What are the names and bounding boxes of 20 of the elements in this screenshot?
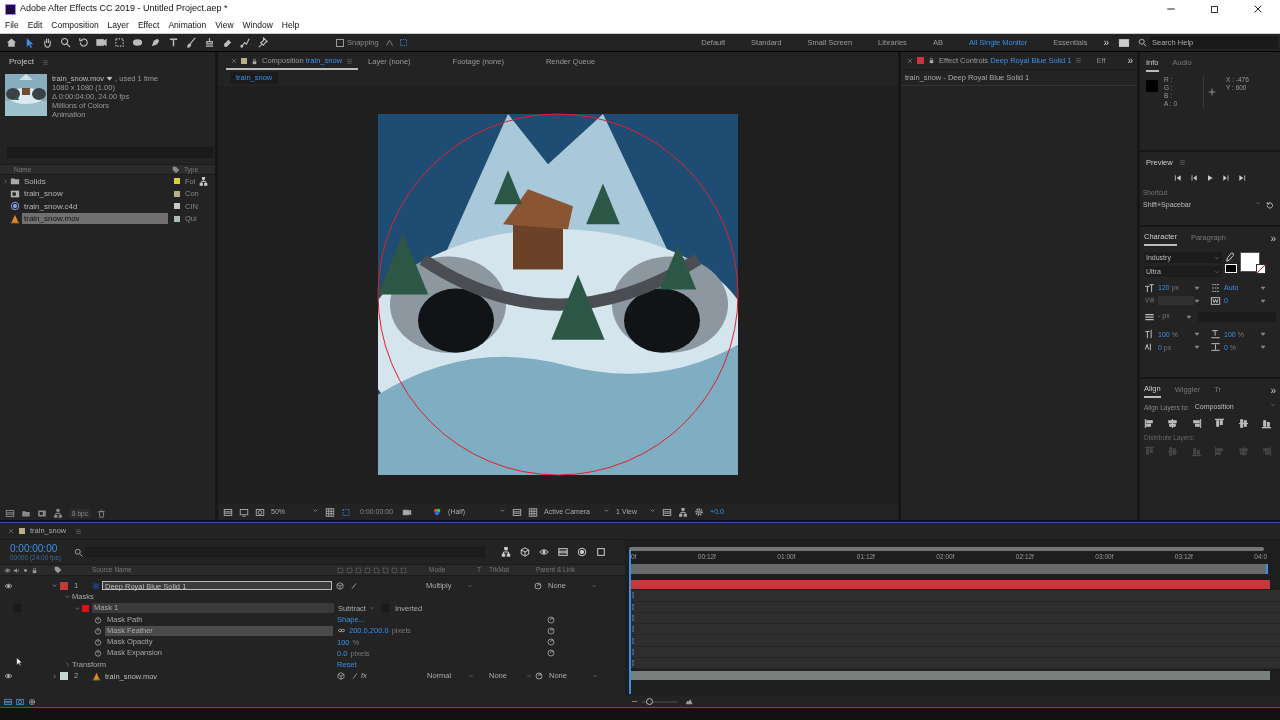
project-item-name[interactable]: train_snow.mov (22, 213, 168, 225)
menu-item[interactable]: File (5, 19, 19, 32)
project-item-name[interactable]: Solids (22, 175, 168, 187)
more-workspaces-button[interactable]: » (1103, 35, 1109, 50)
menu-item[interactable]: View (215, 19, 234, 32)
more-panels-button[interactable]: » (1270, 231, 1276, 247)
menu-item[interactable]: Window (242, 19, 273, 32)
menu-item[interactable]: Animation (168, 19, 207, 32)
menu-item[interactable]: Help (281, 19, 300, 32)
more-panels-button[interactable]: » (1127, 53, 1133, 68)
more-panels-button[interactable]: » (1270, 383, 1276, 399)
menu-item[interactable]: Composition (51, 19, 99, 32)
menu-item[interactable]: Edit (27, 19, 43, 32)
project-item-name[interactable]: train_snow.c4d (22, 200, 168, 212)
menu-item[interactable]: Layer (107, 19, 129, 32)
window-title: Adobe After Effects CC 2019 - Untitled Project.aep * (20, 2, 228, 16)
menu-item[interactable]: Effect (137, 19, 160, 32)
panel-title: Project (9, 56, 34, 68)
current-time-display[interactable]: 0:00:00:00 (10, 542, 66, 554)
project-item-name[interactable]: train_snow (22, 188, 168, 200)
